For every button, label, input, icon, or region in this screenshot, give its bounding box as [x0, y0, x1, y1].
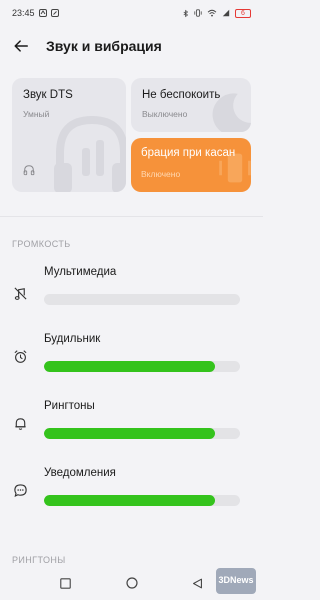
alarm-volume-slider[interactable]	[44, 361, 240, 372]
volume-label-notifications: Уведомления	[44, 467, 116, 479]
volume-label-ringtone: Рингтоны	[44, 400, 95, 412]
bell-icon[interactable]	[11, 414, 29, 432]
section-divider	[0, 216, 263, 217]
status-time: 23:45	[12, 8, 35, 18]
3dnews-logo: 3DNews	[216, 568, 256, 594]
volume-row-alarm: Будильник	[0, 333, 263, 389]
media-volume-slider[interactable]	[44, 294, 240, 305]
volume-label-alarm: Будильник	[44, 333, 101, 345]
vibration-tile-subtitle: Включено	[141, 169, 181, 179]
muted-note-icon[interactable]	[11, 284, 29, 302]
dnd-tile-subtitle: Выключено	[142, 109, 188, 119]
bluetooth-icon	[183, 9, 189, 17]
ringtone-volume-fill	[44, 428, 215, 439]
dts-tile-title: Звук DTS	[23, 89, 73, 101]
volume-row-ringtone: Рингтоны	[0, 400, 263, 456]
status-right: 6	[183, 8, 251, 18]
notification-app-icon	[38, 9, 47, 17]
moon-icon	[212, 93, 251, 132]
recents-button[interactable]	[58, 575, 74, 591]
back-nav-button[interactable]	[190, 575, 206, 591]
dnd-tile[interactable]: Не беспокоить Выключено	[131, 78, 251, 132]
arrow-left-icon	[14, 40, 28, 52]
signal-icon	[222, 9, 230, 17]
alarm-volume-fill	[44, 361, 215, 372]
status-bar: 23:45 6	[0, 0, 263, 26]
ringtones-section-label: РИНГТОНЫ	[12, 555, 66, 565]
battery-indicator: 6	[235, 8, 251, 18]
vibrate-icon	[194, 9, 202, 17]
circle-icon	[125, 577, 138, 589]
alarm-clock-icon[interactable]	[11, 347, 29, 365]
notification-link-icon	[50, 9, 59, 17]
status-left: 23:45	[12, 8, 59, 18]
volume-label-media: Мультимедиа	[44, 266, 117, 278]
wifi-icon	[207, 9, 217, 17]
vibration-tile[interactable]: брация при касан Включено	[131, 138, 251, 192]
notification-volume-slider[interactable]	[44, 495, 240, 506]
vibration-tile-title: брация при касан	[141, 147, 236, 159]
notification-volume-fill	[44, 495, 215, 506]
dts-tile-subtitle: Умный	[23, 109, 50, 119]
ringtone-volume-slider[interactable]	[44, 428, 240, 439]
back-button[interactable]	[12, 37, 30, 55]
headphones-watermark-icon	[54, 115, 126, 192]
volume-row-media: Мультимедиа	[0, 266, 263, 322]
svg-text:3DNews: 3DNews	[218, 575, 253, 585]
volume-row-notifications: Уведомления	[0, 467, 263, 523]
dts-tile[interactable]: Звук DTS Умный	[12, 78, 126, 192]
home-button[interactable]	[124, 575, 140, 591]
square-icon	[60, 577, 71, 589]
battery-level: 6	[241, 9, 245, 17]
quick-tiles: Звук DTS Умный Не беспокоить Выключено б…	[12, 78, 252, 192]
volume-section-label: ГРОМКОСТЬ	[12, 239, 71, 249]
triangle-back-icon	[193, 578, 202, 588]
headphones-icon	[23, 165, 35, 176]
page-title: Звук и вибрация	[46, 38, 162, 54]
message-icon[interactable]	[11, 481, 29, 499]
header: Звук и вибрация	[0, 30, 263, 62]
